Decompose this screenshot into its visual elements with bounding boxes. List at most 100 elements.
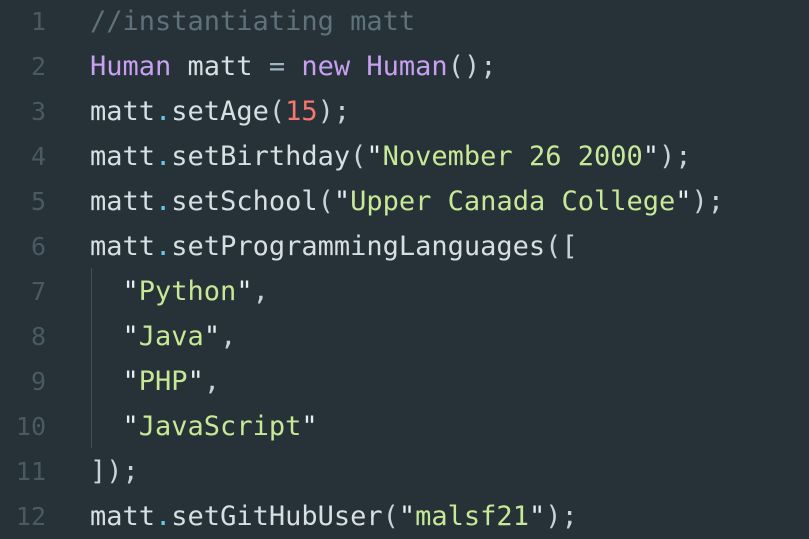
code-token: matt [90, 186, 156, 217]
code-token: matt [90, 501, 156, 532]
line-number: 9 [30, 367, 46, 396]
code-token: " [301, 411, 318, 442]
code-token: ( [382, 501, 399, 532]
line-number: 10 [15, 412, 46, 441]
code-token: " [528, 501, 546, 532]
code-token: //instantiating matt [90, 6, 416, 37]
code-token: (); [447, 51, 497, 82]
code-token: = [268, 51, 286, 82]
line-number: 11 [15, 457, 46, 486]
code-token: " [333, 186, 351, 217]
code-token: . [155, 141, 172, 172]
line-number: 6 [30, 232, 46, 261]
code-text[interactable]: "Java", [90, 314, 237, 359]
code-line[interactable]: 12 matt.setGitHubUser("malsf21"); [0, 494, 809, 539]
code-token: Python [138, 276, 237, 307]
code-token: " [122, 276, 139, 307]
code-token: ); [691, 186, 725, 217]
line-number: 12 [15, 502, 46, 531]
code-token: setGitHubUser [171, 501, 383, 532]
code-token: . [155, 231, 172, 262]
code-token: setBirthday [171, 141, 351, 172]
line-number: 5 [30, 187, 46, 216]
code-token: , [203, 366, 221, 397]
code-token: ( [317, 186, 334, 217]
code-token: ([ [545, 231, 578, 262]
code-text[interactable]: //instantiating matt [90, 0, 415, 44]
line-number: 4 [30, 142, 46, 171]
code-token: matt [90, 96, 156, 127]
code-token: , [220, 321, 237, 352]
code-token: Human [366, 51, 448, 82]
code-line[interactable]: 4 matt.setBirthday("November 26 2000"); [0, 134, 809, 179]
code-token: malsf21 [415, 501, 529, 532]
code-text[interactable]: matt.setSchool("Upper Canada College"); [90, 179, 724, 224]
code-token: " [187, 366, 204, 397]
code-editor[interactable]: 1 //instantiating matt 2 Human matt = new H… [0, 0, 809, 538]
code-token: 15 [285, 96, 318, 127]
code-token: ]); [90, 456, 139, 487]
code-token: setAge [171, 96, 269, 127]
code-token: November 26 2000 [382, 141, 643, 172]
code-token: . [155, 96, 172, 127]
code-token: ( [350, 141, 367, 172]
code-line[interactable]: 11]); [0, 449, 809, 494]
code-token: " [675, 186, 692, 217]
code-token: " [642, 141, 659, 172]
code-token: Upper Canada College [350, 186, 676, 217]
code-token: " [122, 411, 139, 442]
code-token: " [122, 321, 139, 352]
code-token: ( [268, 96, 286, 127]
line-number: 8 [30, 322, 46, 351]
code-token: " [236, 276, 253, 307]
code-token: JavaScript [138, 411, 302, 442]
code-text[interactable]: matt.setProgrammingLanguages([ [90, 224, 578, 269]
code-token: " [203, 321, 221, 352]
code-line[interactable]: 10 "JavaScript" [0, 404, 809, 449]
code-text[interactable]: Human matt = new Human(); [90, 44, 496, 89]
code-text[interactable]: ]); [90, 449, 139, 494]
code-token: Java [138, 321, 204, 352]
code-token: PHP [138, 366, 188, 397]
code-line[interactable]: 8 "Java", [0, 314, 809, 359]
code-token: ); [659, 141, 692, 172]
code-token: matt [90, 231, 156, 262]
code-text[interactable]: "JavaScript" [90, 404, 318, 449]
code-token: , [252, 276, 269, 307]
code-text[interactable]: matt.setGitHubUser("malsf21"); [90, 494, 578, 539]
code-token: " [366, 141, 383, 172]
code-text[interactable]: matt.setBirthday("November 26 2000"); [90, 134, 692, 179]
code-line[interactable]: 2 Human matt = new Human(); [0, 44, 809, 89]
code-token: Human [90, 51, 172, 82]
code-token: ); [317, 96, 351, 127]
line-number: 7 [30, 277, 46, 306]
code-token: " [398, 501, 416, 532]
code-text[interactable]: matt.setAge(15); [90, 89, 350, 134]
code-line[interactable]: 7 "Python", [0, 269, 809, 314]
code-text[interactable]: "PHP", [90, 359, 221, 404]
code-token: matt [171, 51, 269, 82]
line-number: 3 [30, 97, 46, 126]
code-line[interactable]: 9 "PHP", [0, 359, 809, 404]
code-token: setProgrammingLanguages [171, 231, 546, 262]
code-text[interactable]: "Python", [90, 269, 269, 314]
code-token: . [155, 501, 172, 532]
code-line[interactable]: 3 matt.setAge(15); [0, 89, 809, 134]
line-number: 2 [30, 52, 46, 81]
code-token: new [301, 51, 351, 82]
code-token: " [122, 366, 139, 397]
code-token: matt [90, 141, 156, 172]
line-number: 1 [30, 7, 46, 36]
code-line[interactable]: 6 matt.setProgrammingLanguages([ [0, 224, 809, 269]
code-line[interactable]: 5 matt.setSchool("Upper Canada College"); [0, 179, 809, 224]
code-token: . [155, 186, 172, 217]
code-token: setSchool [171, 186, 318, 217]
code-line[interactable]: 1 //instantiating matt [0, 0, 809, 44]
code-token: ); [545, 501, 578, 532]
